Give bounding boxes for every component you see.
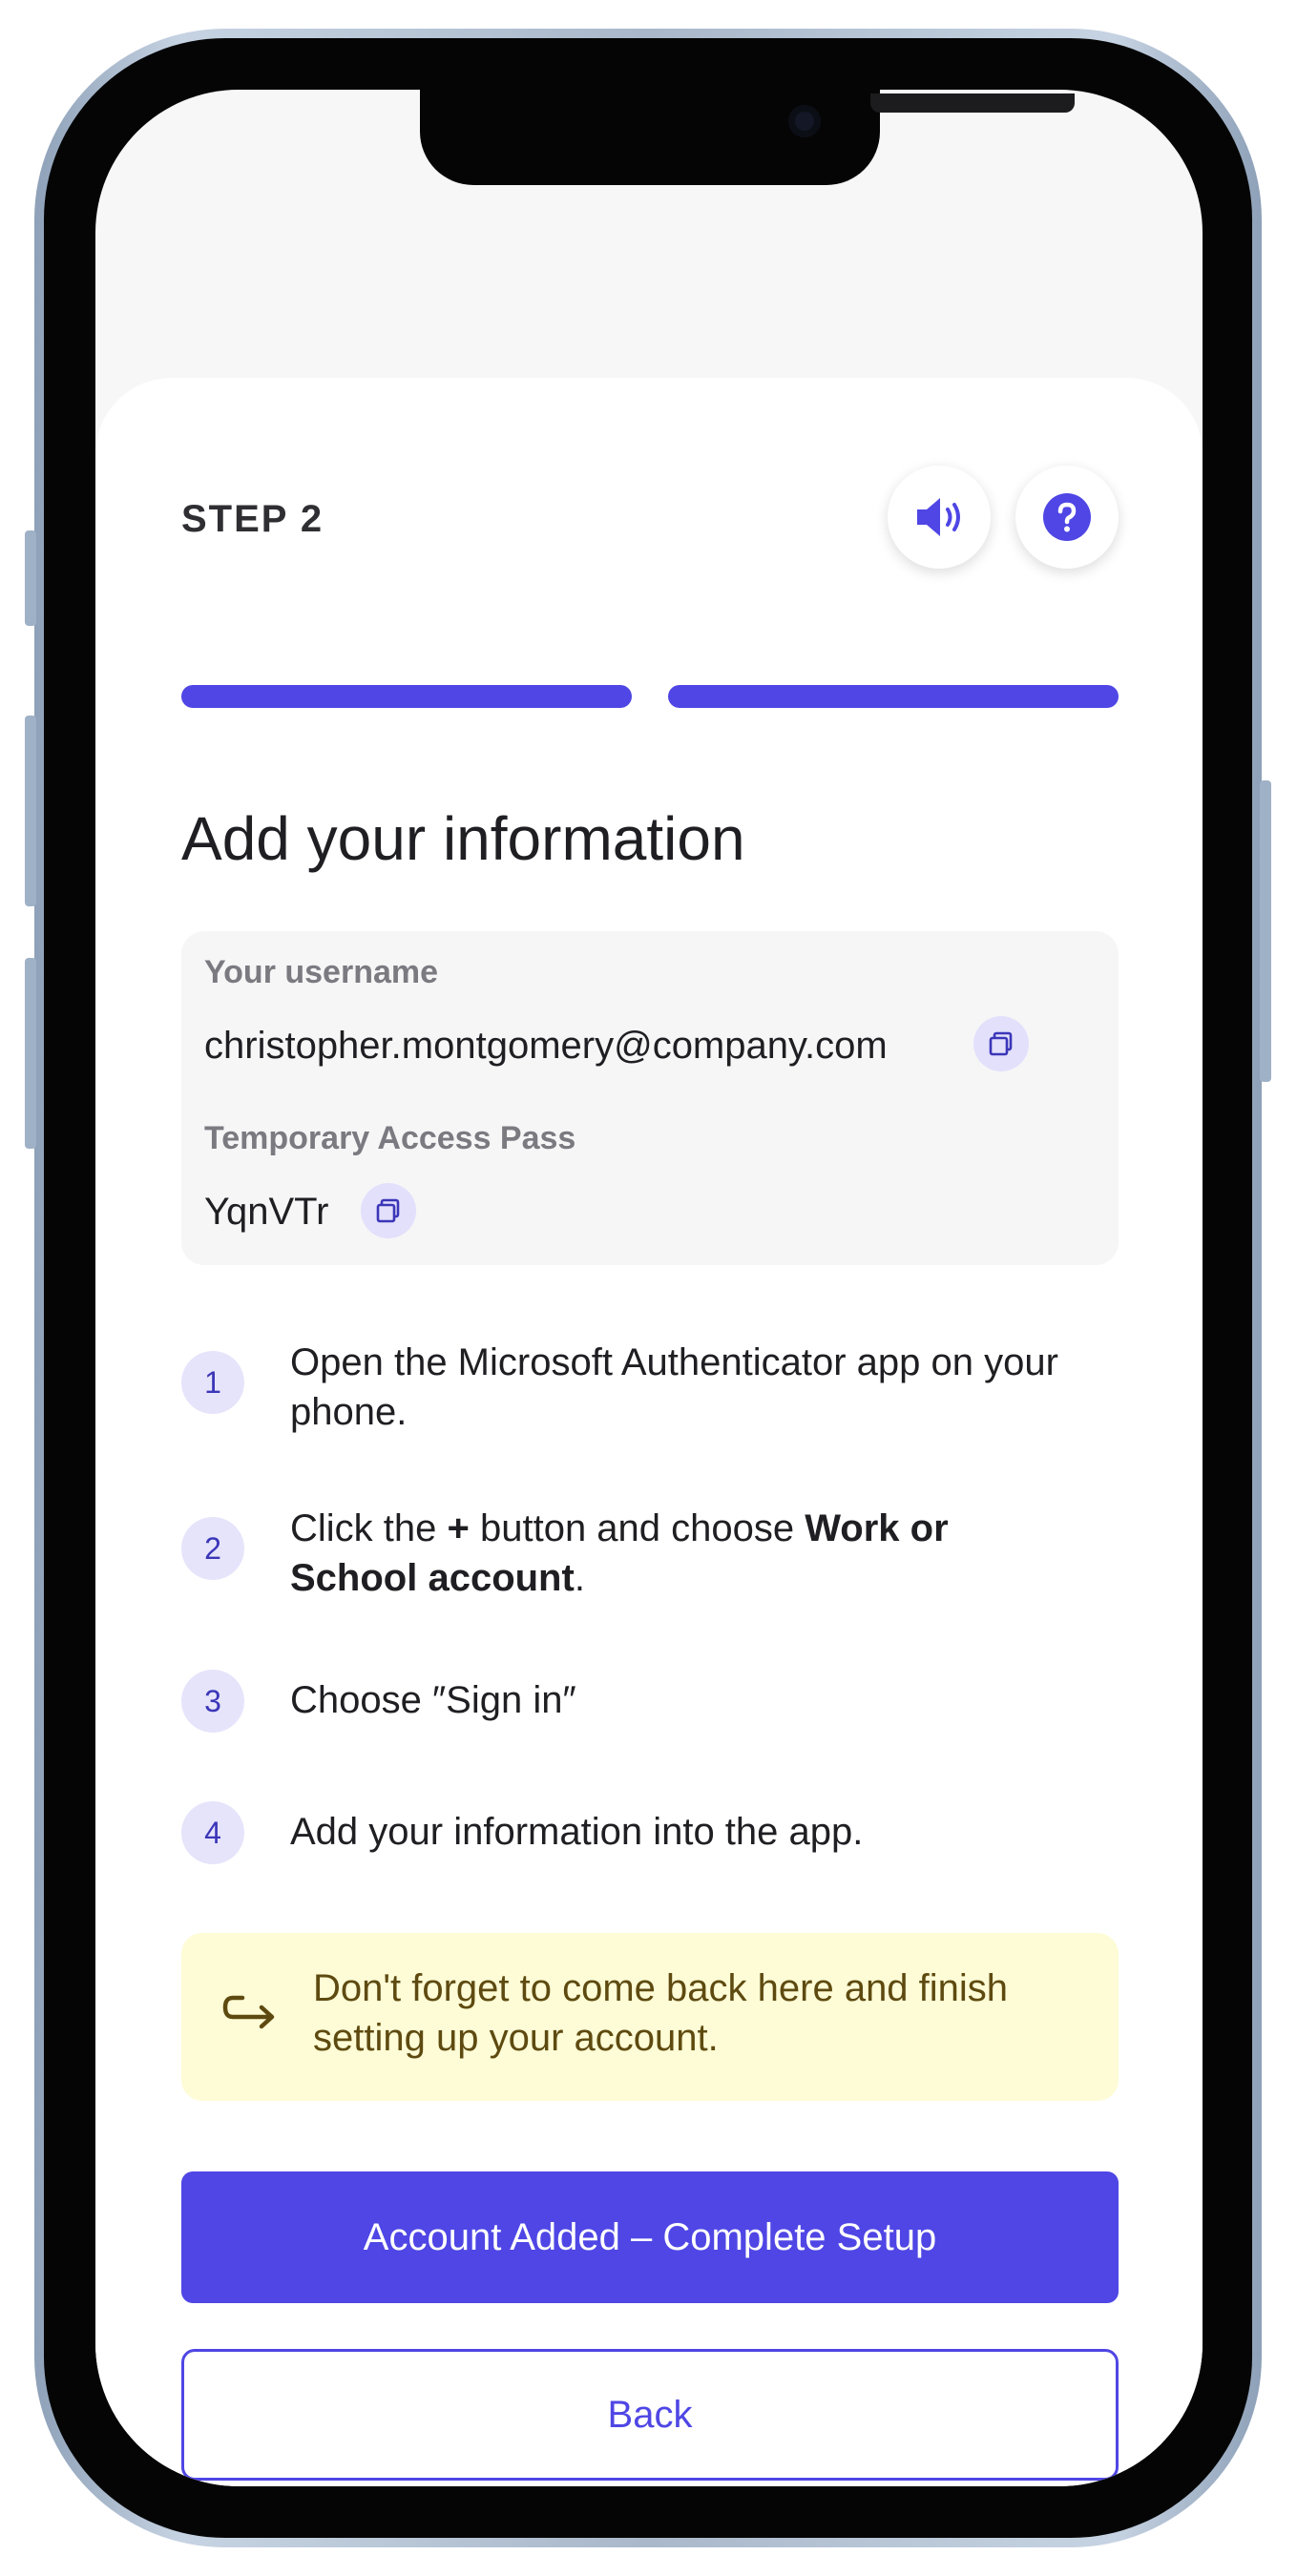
audio-button[interactable] [888,466,991,569]
progress-segment-2 [668,685,1119,708]
plus-symbol: + [447,1507,470,1549]
username-label: Your username [204,954,439,990]
step-label: STEP 2 [181,498,324,540]
progress-segment-1 [181,685,632,708]
copy-icon [989,1031,1013,1056]
volume-up-button [25,716,36,906]
return-arrow-icon [222,1995,275,2029]
step-text: Open the Microsoft Authenticator app on … [290,1341,1058,1433]
step-text: Click the + button and choose Work or Sc… [290,1504,1073,1603]
step-number: 3 [181,1670,244,1733]
copy-icon [376,1198,400,1223]
copy-username-button[interactable] [973,1016,1029,1071]
screen: STEP 2 Add your information Your usernam… [95,90,1203,2486]
credentials-box: Your username christopher.montgomery@com… [181,931,1119,1265]
pass-value: YqnVTr [204,1191,329,1233]
step-number: 1 [181,1351,244,1414]
content-card: STEP 2 Add your information Your usernam… [95,378,1203,2486]
reminder-text: Don't forget to come back here and finis… [313,1967,1009,2059]
step-text-part: . [574,1557,585,1599]
earpiece [870,93,1075,113]
pass-label: Temporary Access Pass [204,1120,576,1156]
step-text-part: button and choose [469,1507,805,1549]
step-text: Add your information into the app. [290,1811,864,1853]
step-text: Choose ″Sign in″ [290,1679,576,1721]
step-text-part: Click the [290,1507,448,1549]
copy-pass-button[interactable] [361,1183,416,1238]
speaker-icon [917,498,960,536]
help-icon [1043,493,1091,541]
page-title: Add your information [181,804,745,873]
help-button[interactable] [1015,466,1119,569]
step-number: 4 [181,1801,244,1864]
silent-switch [25,530,36,626]
reminder-banner: Don't forget to come back here and finis… [181,1933,1119,2101]
username-value: christopher.montgomery@company.com [204,1025,888,1067]
back-button[interactable]: Back [181,2349,1119,2481]
complete-setup-button[interactable]: Account Added – Complete Setup [181,2171,1119,2303]
step-number: 2 [181,1517,244,1580]
notch [420,90,1075,185]
volume-down-button [25,958,36,1149]
front-camera [788,105,821,137]
power-button [1260,780,1271,1082]
